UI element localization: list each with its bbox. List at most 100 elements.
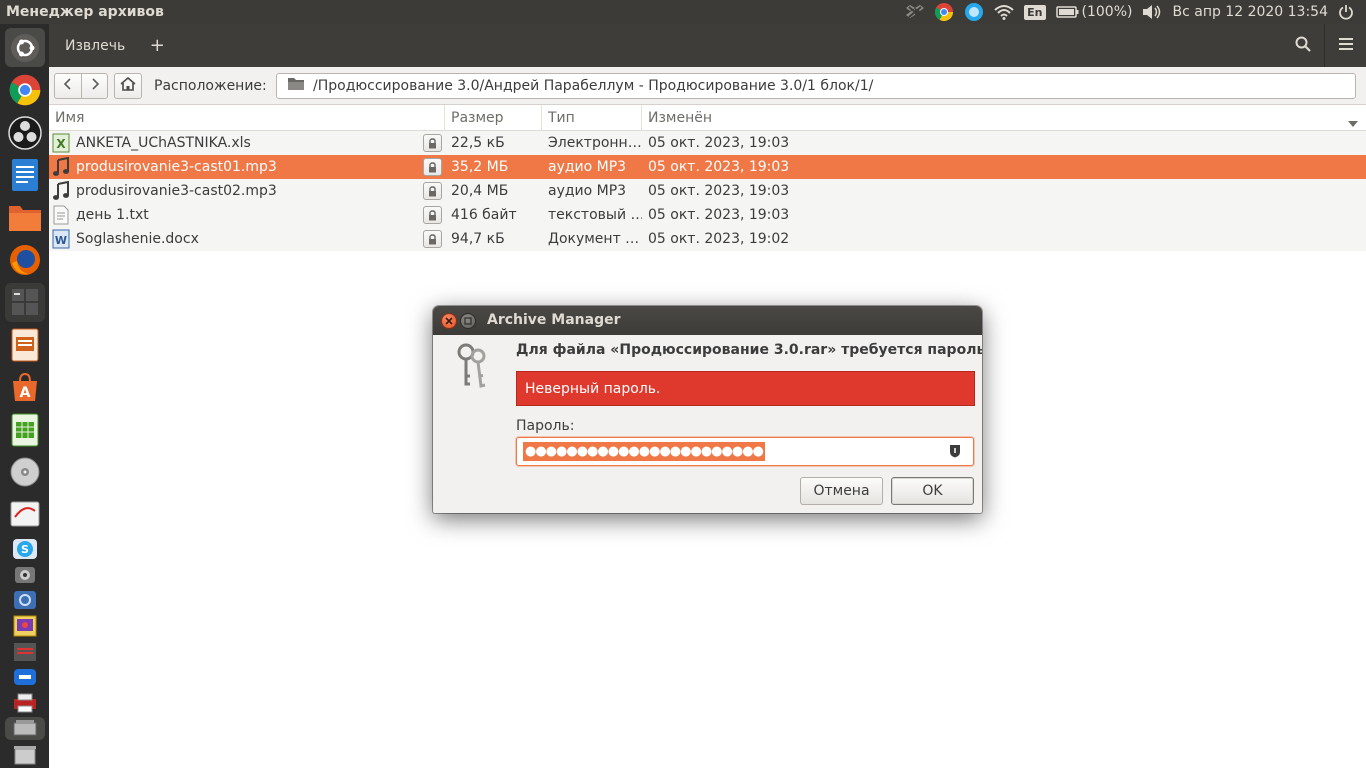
file-name: Soglashenie.docx bbox=[76, 231, 199, 247]
printer-icon[interactable] bbox=[5, 691, 45, 715]
libreoffice-impress-icon[interactable] bbox=[5, 325, 45, 364]
keyboard-layout-indicator[interactable]: En bbox=[1024, 4, 1046, 20]
svg-text:A: A bbox=[19, 385, 30, 401]
cancel-button[interactable]: Отмена bbox=[800, 477, 883, 505]
image-viewer-icon[interactable] bbox=[5, 614, 45, 638]
chrome-tray-icon[interactable] bbox=[934, 2, 954, 22]
file-modified: 05 окт. 2023, 19:02 bbox=[648, 231, 790, 247]
libreoffice-calc-icon[interactable] bbox=[5, 410, 45, 449]
file-name: produsirovanie3-cast01.mp3 bbox=[76, 159, 277, 175]
volume-icon[interactable] bbox=[1142, 4, 1162, 20]
libreoffice-writer-icon[interactable] bbox=[5, 155, 45, 194]
ftp-icon[interactable] bbox=[5, 640, 45, 664]
skype-icon[interactable]: S bbox=[5, 537, 45, 561]
launcher: A S bbox=[0, 24, 49, 768]
keys-icon bbox=[453, 342, 491, 394]
wifi-icon[interactable] bbox=[994, 4, 1014, 20]
navigation-buttons bbox=[54, 72, 108, 99]
chevron-right-icon bbox=[91, 77, 99, 94]
system-tray: En (100%) Вс апр 12 2020 13:54 bbox=[896, 0, 1366, 24]
extract-button[interactable]: Извлечь bbox=[55, 30, 135, 62]
caps-lock-warning-icon bbox=[949, 444, 961, 462]
column-header-name[interactable]: Имя bbox=[49, 104, 445, 131]
files-icon[interactable] bbox=[5, 198, 45, 237]
encrypted-lock-icon bbox=[423, 206, 442, 224]
file-type: Документ … bbox=[548, 231, 640, 247]
dialog-title: Archive Manager bbox=[487, 312, 621, 328]
settings-icon[interactable] bbox=[5, 588, 45, 612]
scanner-icon[interactable] bbox=[4, 716, 45, 741]
webcam-icon[interactable] bbox=[5, 563, 45, 587]
folder-icon bbox=[287, 77, 305, 95]
search-button[interactable] bbox=[1282, 24, 1324, 67]
column-header-type[interactable]: Тип bbox=[542, 104, 642, 131]
chrome-icon[interactable] bbox=[5, 70, 45, 109]
word-document-icon: W bbox=[52, 229, 70, 249]
location-field[interactable]: /Продюссирование 3.0/Андрей Парабеллум -… bbox=[276, 73, 1356, 99]
close-icon bbox=[445, 313, 453, 329]
skype-tray-icon[interactable] bbox=[964, 2, 984, 22]
back-button[interactable] bbox=[55, 74, 81, 98]
battery-percent: (100%) bbox=[1081, 4, 1133, 20]
password-input[interactable]: ●●●●●●●●●●●●●●●●●●●●●●● bbox=[516, 437, 974, 466]
audio-file-icon bbox=[52, 181, 70, 201]
disk-icon[interactable] bbox=[5, 452, 45, 491]
password-value: ●●●●●●●●●●●●●●●●●●●●●●● bbox=[523, 442, 765, 461]
header-actions bbox=[1282, 24, 1366, 67]
file-size: 416 байт bbox=[451, 207, 517, 223]
file-modified: 05 окт. 2023, 19:03 bbox=[648, 135, 790, 151]
battery-icon[interactable] bbox=[1055, 5, 1080, 19]
active-window-title: Менеджер архивов bbox=[6, 4, 164, 20]
file-modified: 05 окт. 2023, 19:03 bbox=[648, 183, 790, 199]
software-center-icon[interactable]: A bbox=[5, 367, 45, 406]
file-modified: 05 окт. 2023, 19:03 bbox=[648, 159, 790, 175]
encrypted-lock-icon bbox=[423, 182, 442, 200]
file-name: ANKETA_UChASTNIKA.xls bbox=[76, 135, 251, 151]
file-type: аудио MP3 bbox=[548, 159, 627, 175]
forward-button[interactable] bbox=[81, 73, 107, 98]
trash-icon[interactable] bbox=[5, 742, 45, 766]
encrypted-lock-icon bbox=[423, 134, 442, 152]
dropbox-icon[interactable] bbox=[906, 4, 925, 20]
column-header-size[interactable]: Размер bbox=[445, 104, 542, 131]
file-row[interactable]: день 1.txt 416 байт текстовый … 05 окт. 202… bbox=[49, 203, 1366, 227]
add-button[interactable]: + bbox=[141, 30, 173, 62]
file-name: produsirovanie3-cast02.mp3 bbox=[76, 183, 277, 199]
file-size: 20,4 МБ bbox=[451, 183, 509, 199]
location-path: /Продюссирование 3.0/Андрей Парабеллум -… bbox=[313, 78, 874, 94]
column-header-modified[interactable]: Изменён bbox=[642, 105, 1366, 131]
password-dialog: Archive Manager Для файла «Продюссирован… bbox=[433, 306, 982, 513]
firefox-icon[interactable] bbox=[5, 240, 45, 279]
dialog-minimize-button[interactable] bbox=[460, 313, 476, 329]
file-size: 35,2 МБ bbox=[451, 159, 509, 175]
location-label: Расположение: bbox=[154, 77, 267, 94]
file-modified: 05 окт. 2023, 19:03 bbox=[648, 207, 790, 223]
home-button[interactable] bbox=[114, 72, 142, 99]
ok-button[interactable]: OK bbox=[891, 477, 974, 505]
file-row[interactable]: X ANKETA_UChASTNIKA.xls 22,5 кБ Электронн… 0… bbox=[49, 131, 1366, 155]
app-blue-icon[interactable] bbox=[5, 665, 45, 689]
file-type: текстовый … bbox=[548, 207, 642, 223]
file-row[interactable]: W Soglashenie.docx 94,7 кБ Документ … 05 окт… bbox=[49, 227, 1366, 251]
mail-icon[interactable] bbox=[5, 495, 45, 534]
file-type: аудио MP3 bbox=[548, 183, 627, 199]
dialog-close-button[interactable] bbox=[441, 313, 457, 329]
dialog-titlebar[interactable]: Archive Manager bbox=[433, 306, 982, 335]
workspace-switcher-icon[interactable] bbox=[4, 282, 45, 322]
file-type: Электронн… bbox=[548, 135, 642, 151]
file-name: день 1.txt bbox=[76, 207, 149, 223]
hamburger-menu-icon bbox=[1338, 37, 1353, 54]
minimize-icon bbox=[464, 313, 472, 329]
file-row[interactable]: produsirovanie3-cast02.mp3 20,4 МБ аудио M… bbox=[49, 179, 1366, 203]
obs-icon[interactable] bbox=[5, 113, 45, 152]
dialog-heading: Для файла «Продюссирование 3.0.rar» треб… bbox=[516, 342, 982, 358]
file-name-cell: X ANKETA_UChASTNIKA.xls bbox=[49, 131, 445, 155]
encrypted-lock-icon bbox=[423, 158, 442, 176]
power-icon[interactable] bbox=[1338, 4, 1354, 20]
error-message: Неверный пароль. bbox=[516, 371, 975, 406]
sort-descending-icon bbox=[1348, 115, 1358, 131]
ubuntu-dash-icon[interactable] bbox=[4, 28, 45, 68]
clock[interactable]: Вс апр 12 2020 13:54 bbox=[1172, 4, 1328, 20]
file-row[interactable]: produsirovanie3-cast01.mp3 35,2 МБ аудио M… bbox=[49, 155, 1366, 179]
menu-button[interactable] bbox=[1324, 24, 1366, 67]
